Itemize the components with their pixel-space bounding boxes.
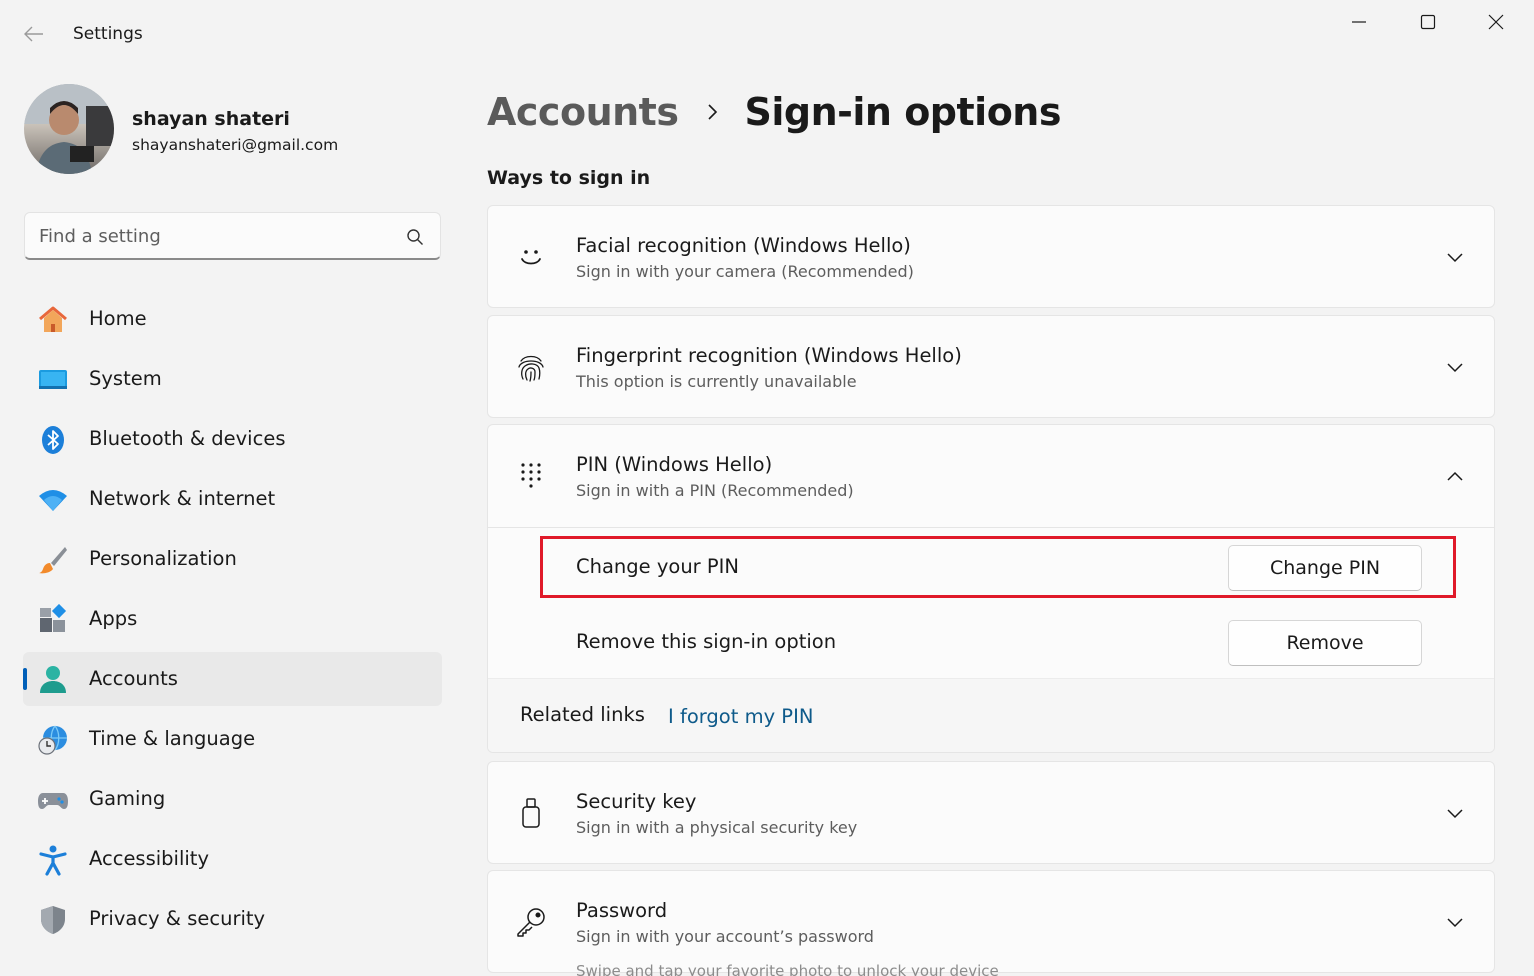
wifi-icon — [37, 484, 69, 516]
accessibility-icon — [37, 844, 69, 876]
option-subtitle: Sign in with a PIN (Recommended) — [576, 481, 854, 500]
search-icon[interactable] — [406, 228, 424, 246]
maximize-icon — [1420, 14, 1436, 30]
avatar-photo-icon — [24, 84, 114, 174]
sidebar-nav: Home System Bluetooth & devices Network … — [23, 292, 442, 952]
search-input[interactable] — [39, 223, 399, 249]
option-title: Fingerprint recognition (Windows Hello) — [576, 344, 962, 367]
sidebar-item-label: Privacy & security — [89, 907, 266, 930]
facial-recognition-header[interactable]: Facial recognition (Windows Hello) Sign … — [488, 206, 1494, 307]
usb-key-icon — [512, 796, 550, 830]
system-icon — [37, 364, 69, 396]
sidebar-item-network[interactable]: Network & internet — [23, 472, 442, 526]
related-links: Related links I forgot my PIN — [488, 678, 1494, 752]
back-arrow-icon — [24, 26, 43, 42]
security-key-card: Security key Sign in with a physical sec… — [487, 761, 1495, 864]
sidebar-item-bluetooth[interactable]: Bluetooth & devices — [23, 412, 442, 466]
password-card: Password Sign in with your account’s pas… — [487, 870, 1495, 973]
breadcrumb: Accounts Sign-in options — [487, 84, 1061, 140]
person-icon — [37, 664, 69, 696]
shield-icon — [37, 904, 69, 936]
sidebar-item-accounts[interactable]: Accounts — [23, 652, 442, 706]
sidebar-item-label: Bluetooth & devices — [89, 427, 286, 450]
option-subtitle: Sign in with a physical security key — [576, 818, 858, 837]
chevron-down-icon[interactable] — [1442, 909, 1468, 935]
sidebar-item-label: Network & internet — [89, 487, 276, 510]
change-pin-button[interactable]: Change PIN — [1228, 545, 1422, 591]
remove-button[interactable]: Remove — [1228, 620, 1422, 666]
remove-pin-row: Remove this sign-in option Remove — [576, 613, 1466, 673]
chevron-down-icon[interactable] — [1442, 354, 1468, 380]
change-pin-row: Change your PIN Change PIN — [576, 538, 1466, 598]
minimize-button[interactable] — [1337, 6, 1381, 38]
sidebar-item-label: Home — [89, 307, 147, 330]
back-button[interactable] — [18, 20, 50, 48]
fingerprint-recognition-header[interactable]: Fingerprint recognition (Windows Hello) … — [488, 316, 1494, 417]
sidebar-item-privacy-security[interactable]: Privacy & security — [23, 892, 442, 946]
option-subtitle: Sign in with your camera (Recommended) — [576, 262, 914, 281]
facial-recognition-card: Facial recognition (Windows Hello) Sign … — [487, 205, 1495, 308]
change-pin-label: Change your PIN — [576, 555, 739, 578]
pin-keypad-icon — [512, 459, 550, 493]
home-icon — [37, 304, 69, 336]
fingerprint-recognition-card: Fingerprint recognition (Windows Hello) … — [487, 315, 1495, 418]
next-option-peek: Swipe and tap your favorite photo to unl… — [576, 962, 999, 976]
sidebar-item-label: Time & language — [89, 727, 256, 750]
sidebar-item-gaming[interactable]: Gaming — [23, 772, 442, 826]
search-box[interactable] — [24, 212, 441, 260]
chevron-up-icon[interactable] — [1442, 463, 1468, 489]
sidebar-item-label: Personalization — [89, 547, 237, 570]
avatar[interactable] — [24, 84, 114, 174]
fingerprint-icon — [512, 350, 550, 384]
page-title: Sign-in options — [744, 90, 1061, 134]
user-email: shayanshateri@gmail.com — [132, 136, 339, 154]
sidebar-item-accessibility[interactable]: Accessibility — [23, 832, 442, 886]
option-title: Facial recognition (Windows Hello) — [576, 234, 911, 257]
pin-expanded-panel: Change your PIN Change PIN Remove this s… — [488, 527, 1494, 752]
chevron-right-icon — [706, 102, 720, 122]
section-title: Ways to sign in — [487, 167, 651, 189]
security-key-header[interactable]: Security key Sign in with a physical sec… — [488, 762, 1494, 863]
sidebar-item-system[interactable]: System — [23, 352, 442, 406]
option-title: Password — [576, 899, 668, 922]
maximize-button[interactable] — [1406, 6, 1450, 38]
sidebar-item-home[interactable]: Home — [23, 292, 442, 346]
title-bar: Settings — [0, 0, 1534, 60]
breadcrumb-parent[interactable]: Accounts — [487, 90, 679, 134]
pin-card: PIN (Windows Hello) Sign in with a PIN (… — [487, 424, 1495, 753]
remove-pin-label: Remove this sign-in option — [576, 630, 837, 653]
sidebar-item-label: System — [89, 367, 162, 390]
forgot-pin-link[interactable]: I forgot my PIN — [668, 705, 813, 728]
minimize-icon — [1352, 21, 1366, 23]
password-header[interactable]: Password Sign in with your account’s pas… — [488, 871, 1494, 972]
bluetooth-icon — [37, 424, 69, 456]
option-subtitle: Sign in with your account’s password — [576, 927, 874, 946]
option-subtitle: This option is currently unavailable — [576, 372, 857, 391]
sidebar-item-label: Accounts — [89, 667, 178, 690]
sidebar-item-apps[interactable]: Apps — [23, 592, 442, 646]
pin-header[interactable]: PIN (Windows Hello) Sign in with a PIN (… — [488, 425, 1494, 527]
app-title: Settings — [73, 24, 143, 44]
option-title: Security key — [576, 790, 697, 813]
chevron-down-icon[interactable] — [1442, 800, 1468, 826]
option-title: PIN (Windows Hello) — [576, 453, 773, 476]
user-profile: shayan shateri shayanshateri@gmail.com — [24, 84, 444, 180]
sidebar-item-personalization[interactable]: Personalization — [23, 532, 442, 586]
globe-clock-icon — [37, 724, 69, 756]
brush-icon — [37, 544, 69, 576]
gamepad-icon — [37, 784, 69, 816]
close-icon — [1488, 14, 1504, 30]
user-name: shayan shateri — [132, 108, 290, 130]
face-icon — [512, 240, 550, 274]
chevron-down-icon[interactable] — [1442, 244, 1468, 270]
sidebar-item-time-language[interactable]: Time & language — [23, 712, 442, 766]
close-button[interactable] — [1474, 6, 1518, 38]
apps-icon — [37, 604, 69, 636]
sidebar-item-label: Apps — [89, 607, 138, 630]
sidebar-item-label: Gaming — [89, 787, 166, 810]
related-links-label: Related links — [520, 703, 645, 726]
sidebar-item-label: Accessibility — [89, 847, 209, 870]
key-icon — [512, 905, 550, 939]
